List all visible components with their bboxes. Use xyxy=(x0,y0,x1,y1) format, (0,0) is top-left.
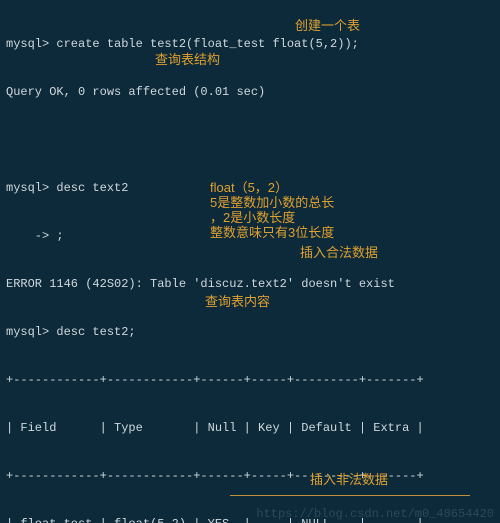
annotation-strike-line xyxy=(230,495,470,496)
annotation-select-content: 查询表内容 xyxy=(205,294,270,309)
annotation-float-explain-1: float（5，2） xyxy=(210,180,288,195)
terminal-line: mysql> create table test2(float_test flo… xyxy=(6,36,494,52)
watermark: https://blog.csdn.net/m0_48654420 xyxy=(256,507,494,521)
annotation-float-explain-3: ，2是小数长度 xyxy=(210,210,295,225)
annotation-float-explain-4: 整数意味只有3位长度 xyxy=(210,225,334,240)
terminal-line xyxy=(6,132,494,148)
terminal-line: | Field | Type | Null | Key | Default | … xyxy=(6,420,494,436)
terminal-line: +------------+------------+------+-----+… xyxy=(6,372,494,388)
annotation-insert-valid: 插入合法数据 xyxy=(300,245,378,260)
terminal-line: ERROR 1146 (42S02): Table 'discuz.text2'… xyxy=(6,276,494,292)
terminal-line: +------------+------------+------+-----+… xyxy=(6,468,494,484)
annotation-create-table: 创建一个表 xyxy=(295,18,360,33)
annotation-desc-structure: 查询表结构 xyxy=(155,52,220,67)
terminal[interactable]: mysql> create table test2(float_test flo… xyxy=(0,0,500,523)
annotation-insert-invalid: 插入非法数据 xyxy=(310,472,388,487)
terminal-line: mysql> desc test2; xyxy=(6,324,494,340)
annotation-float-explain-2: 5是整数加小数的总长 xyxy=(210,195,334,210)
terminal-line: Query OK, 0 rows affected (0.01 sec) xyxy=(6,84,494,100)
